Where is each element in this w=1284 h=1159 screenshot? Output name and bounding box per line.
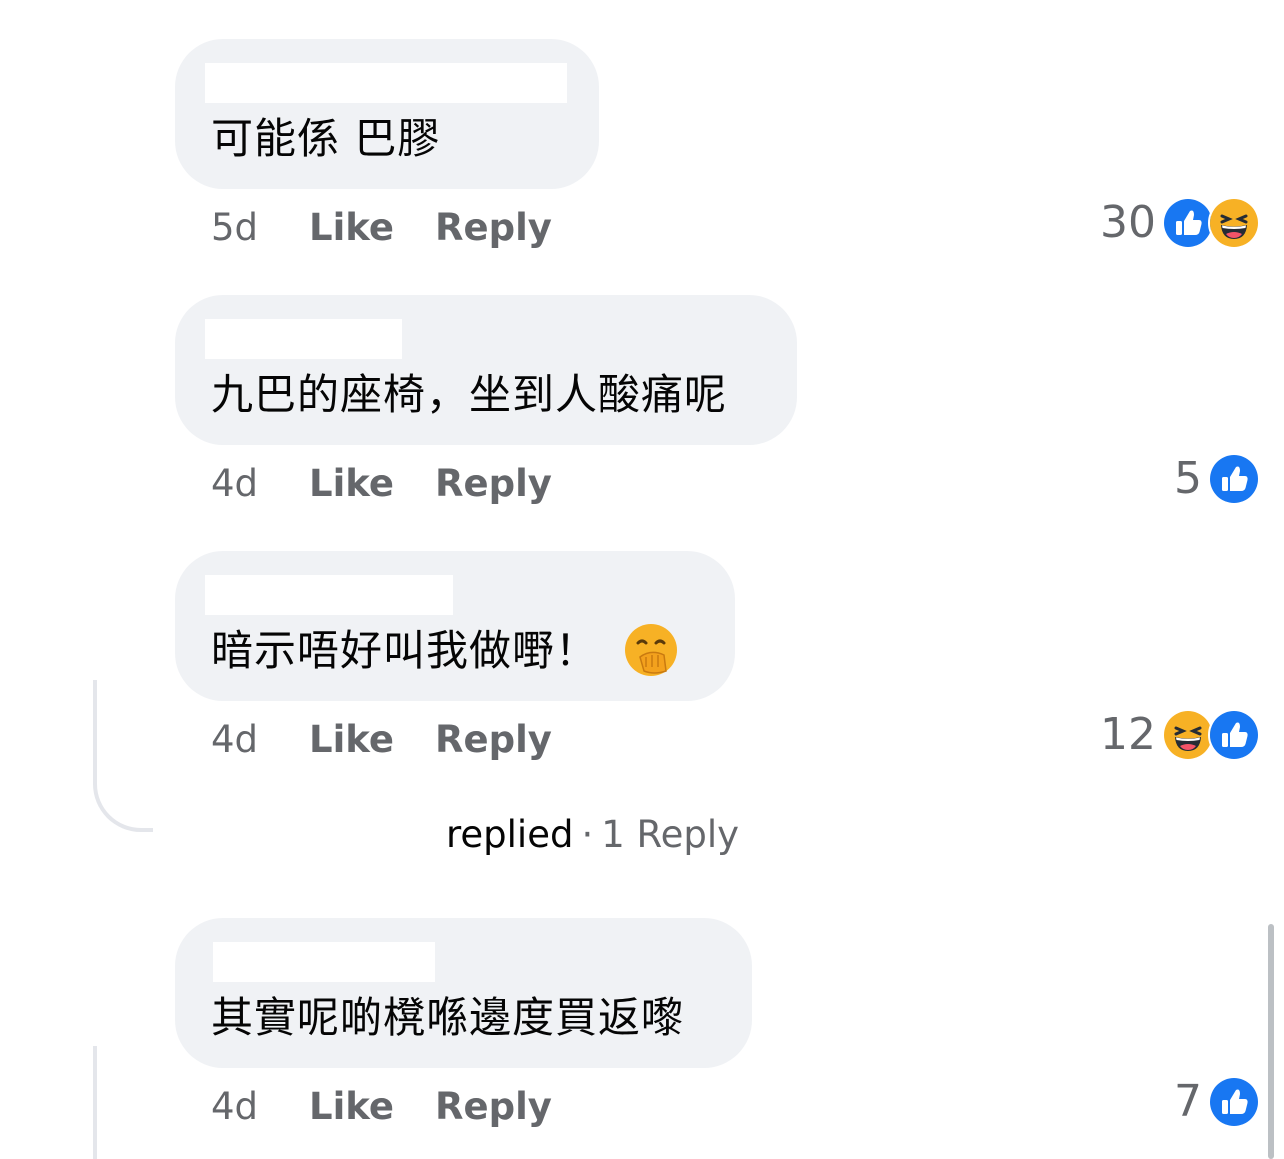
- reply-thread-connector: [93, 680, 153, 832]
- scrollbar[interactable]: [1268, 924, 1274, 1159]
- comment-text-content: 暗示唔好叫我做嘢！: [211, 626, 599, 675]
- like-button[interactable]: Like: [309, 1082, 394, 1132]
- comment-bubble: 九巴的座椅，坐到人酸痛呢: [175, 295, 797, 445]
- reaction-count: 30: [1100, 197, 1156, 248]
- comment-text: 九巴的座椅，坐到人酸痛呢: [211, 370, 728, 419]
- reaction-count: 7: [1174, 1076, 1202, 1127]
- comment-time[interactable]: 5d: [211, 203, 258, 253]
- reaction-count: 5: [1174, 453, 1202, 504]
- redacted-author-name: [205, 63, 567, 103]
- reaction-summary[interactable]: 7: [1174, 1076, 1260, 1128]
- thread-line: [93, 1046, 97, 1159]
- reaction-summary[interactable]: 5: [1174, 453, 1260, 505]
- comment-time[interactable]: 4d: [211, 715, 258, 765]
- reaction-count: 12: [1100, 709, 1156, 760]
- comment-time[interactable]: 4d: [211, 459, 258, 509]
- separator: ·: [581, 813, 594, 856]
- comment-text: 其實呢啲櫈喺邊度買返嚟: [211, 993, 685, 1042]
- reply-button[interactable]: Reply: [435, 203, 552, 253]
- redacted-author-name: [213, 942, 435, 982]
- haha-icon: [1162, 709, 1214, 761]
- haha-icon: [1208, 197, 1260, 249]
- comment-time[interactable]: 4d: [211, 1082, 258, 1132]
- hand-over-mouth-emoji: [624, 623, 678, 677]
- comment-bubble: 其實呢啲櫈喺邊度買返嚟: [175, 918, 752, 1068]
- like-icon: [1208, 453, 1260, 505]
- redacted-author-name: [205, 319, 402, 359]
- comment-text: 暗示唔好叫我做嘢！: [211, 623, 678, 681]
- like-button[interactable]: Like: [309, 203, 394, 253]
- like-icon: [1208, 709, 1260, 761]
- view-replies-link[interactable]: replied · 1 Reply: [446, 810, 739, 860]
- like-button[interactable]: Like: [309, 459, 394, 509]
- like-icon: [1208, 1076, 1260, 1128]
- reaction-summary[interactable]: 30: [1100, 197, 1260, 249]
- reaction-summary[interactable]: 12: [1100, 709, 1260, 761]
- replied-label: replied: [446, 813, 574, 856]
- reply-button[interactable]: Reply: [435, 1082, 552, 1132]
- comment-bubble: 暗示唔好叫我做嘢！: [175, 551, 735, 701]
- reply-button[interactable]: Reply: [435, 459, 552, 509]
- like-icon: [1162, 197, 1214, 249]
- comment-bubble: 可能係 巴膠: [175, 39, 599, 189]
- like-button[interactable]: Like: [309, 715, 394, 765]
- reply-button[interactable]: Reply: [435, 715, 552, 765]
- comment-text: 可能係 巴膠: [211, 114, 441, 163]
- redacted-author-name: [205, 575, 453, 615]
- reply-count: 1 Reply: [601, 813, 740, 856]
